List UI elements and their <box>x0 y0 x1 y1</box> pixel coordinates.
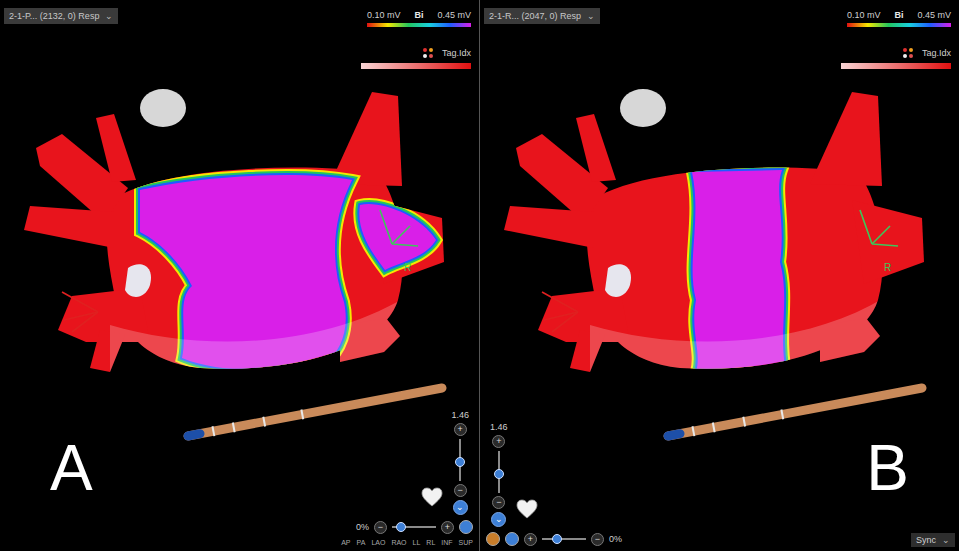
opacity-track[interactable] <box>542 538 586 540</box>
appendage-opening <box>125 264 151 297</box>
chevron-icon: ⌄ <box>942 535 950 545</box>
panel-footer: B1.46+−⌄0%−+ <box>480 422 959 551</box>
voltage-scale: 0.10 mV Bi 0.45 mV <box>847 10 951 20</box>
zoom-menu-button[interactable]: ⌄ <box>491 512 506 527</box>
zoom-out-button[interactable]: − <box>454 484 467 497</box>
zoom-in-button[interactable]: + <box>454 423 467 436</box>
view-button[interactable]: SUP <box>459 539 473 546</box>
map-selector[interactable]: 2-1-P... (2132, 0) Resp ⌄ <box>4 8 118 24</box>
view-controls: 1.46+−⌄0%−+APPALAORAOLLRLINFSUP <box>341 410 473 546</box>
sync-label: Sync <box>916 535 936 545</box>
map-selector-label: 2-1-R... (2047, 0) Resp <box>489 11 581 21</box>
opacity-track[interactable] <box>392 526 436 528</box>
panel-header: 2-1-P... (2132, 0) Resp ⌄ 0.10 mV Bi 0.45 mV… <box>0 0 479 69</box>
red-tags <box>62 292 98 332</box>
opacity-row: 0%− + <box>486 532 622 546</box>
opacity-plus-button[interactable]: + <box>524 533 537 546</box>
tag-label: R <box>404 262 411 273</box>
opacity-row: 0%− + <box>356 520 473 534</box>
zoom-track[interactable] <box>498 451 500 493</box>
voltage-scale: 0.10 mV Bi 0.45 mV <box>367 10 471 20</box>
map-panel: R 2-1-R... (2047, 0) Resp ⌄ 0.10 mV Bi 0.45 m… <box>479 0 959 551</box>
orientation-marker <box>140 89 186 127</box>
scale-max: 0.45 mV <box>437 10 471 20</box>
view-button[interactable]: PA <box>357 539 366 546</box>
view-button[interactable]: LL <box>413 539 421 546</box>
opacity-knob[interactable] <box>396 522 406 532</box>
view-button[interactable]: LAO <box>371 539 385 546</box>
mapping-screen: R 2-1-P... (2132, 0) Resp ⌄ 0.10 mV Bi 0.45 m… <box>0 0 959 551</box>
opacity-knob[interactable] <box>552 534 562 544</box>
chevron-icon: ⌄ <box>587 11 595 21</box>
green-tags <box>860 210 898 246</box>
tag-legend: Tag.Idx <box>847 47 951 59</box>
tag-color-bar <box>841 63 951 69</box>
tag-legend-label: Tag.Idx <box>922 48 951 58</box>
catheter[interactable] <box>188 388 442 436</box>
zoom-slider[interactable]: 1.46 + − ⌄ <box>451 410 469 515</box>
orientation-marker <box>620 89 666 127</box>
zoom-track[interactable] <box>459 439 461 481</box>
opacity-value: 0% <box>609 534 622 544</box>
scale-min: 0.10 mV <box>367 10 401 20</box>
panel-letter: A <box>50 436 93 500</box>
color-bar <box>367 23 471 27</box>
view-button[interactable]: AP <box>341 539 350 546</box>
tool-button[interactable] <box>459 520 473 534</box>
appendage-opening <box>605 264 631 297</box>
zoom-value: 1.46 <box>490 422 508 432</box>
tag-dots-icon <box>902 47 914 59</box>
opacity-minus-button[interactable]: − <box>374 521 387 534</box>
opacity-value: 0% <box>356 522 369 532</box>
zoom-slider[interactable]: 1.46 + − ⌄ <box>490 422 508 527</box>
zoom-out-button[interactable]: − <box>492 496 505 509</box>
tag-color-bar <box>361 63 471 69</box>
tool-button[interactable] <box>486 532 500 546</box>
zoom-area: 1.46 + − ⌄ <box>421 410 473 515</box>
view-button[interactable]: RAO <box>391 539 406 546</box>
map-panel: R 2-1-P... (2132, 0) Resp ⌄ 0.10 mV Bi 0.45 m… <box>0 0 479 551</box>
opacity-minus-button[interactable]: − <box>591 533 604 546</box>
scale-max: 0.45 mV <box>917 10 951 20</box>
panel-footer: A1.46+−⌄0%−+APPALAORAOLLRLINFSUP <box>0 410 479 551</box>
green-tags <box>380 210 418 246</box>
color-bar <box>847 23 951 27</box>
chevron-icon: ⌄ <box>105 11 113 21</box>
zoom-knob[interactable] <box>455 457 465 467</box>
zoom-area: 1.46 + − ⌄ <box>486 422 538 527</box>
view-buttons: AP PA LAO RAO LL RL INF SUP <box>341 539 473 546</box>
low-voltage-area <box>110 175 436 385</box>
zoom-in-button[interactable]: + <box>492 435 505 448</box>
opacity-plus-button[interactable]: + <box>441 521 454 534</box>
map-selector[interactable]: 2-1-R... (2047, 0) Resp ⌄ <box>484 8 600 24</box>
view-controls: 1.46+−⌄0%−+ <box>486 422 622 546</box>
tag-legend: Tag.Idx <box>367 47 471 59</box>
tool-button[interactable] <box>505 532 519 546</box>
tag-label: R <box>884 262 891 273</box>
view-button[interactable]: RL <box>426 539 435 546</box>
sync-dropdown[interactable]: Sync ⌄ <box>911 533 955 547</box>
zoom-knob[interactable] <box>494 469 504 479</box>
map-selector-label: 2-1-P... (2132, 0) Resp <box>9 11 99 21</box>
scale-mode: Bi <box>895 10 904 20</box>
view-button[interactable]: INF <box>441 539 452 546</box>
tag-legend-label: Tag.Idx <box>442 48 471 58</box>
red-tags <box>542 292 578 332</box>
scale-mode: Bi <box>415 10 424 20</box>
panel-header: 2-1-R... (2047, 0) Resp ⌄ 0.10 mV Bi 0.45 mV… <box>480 0 959 69</box>
low-voltage-area <box>590 170 884 385</box>
tag-dots-icon <box>422 47 434 59</box>
legend: 0.10 mV Bi 0.45 mV Tag.Idx <box>361 10 471 69</box>
heart-icon[interactable] <box>516 499 538 519</box>
scale-min: 0.10 mV <box>847 10 881 20</box>
panel-letter: B <box>866 436 909 500</box>
zoom-value: 1.46 <box>451 410 469 420</box>
catheter[interactable] <box>668 388 922 436</box>
heart-icon[interactable] <box>421 487 443 507</box>
zoom-menu-button[interactable]: ⌄ <box>453 500 468 515</box>
legend: 0.10 mV Bi 0.45 mV Tag.Idx <box>841 10 951 69</box>
